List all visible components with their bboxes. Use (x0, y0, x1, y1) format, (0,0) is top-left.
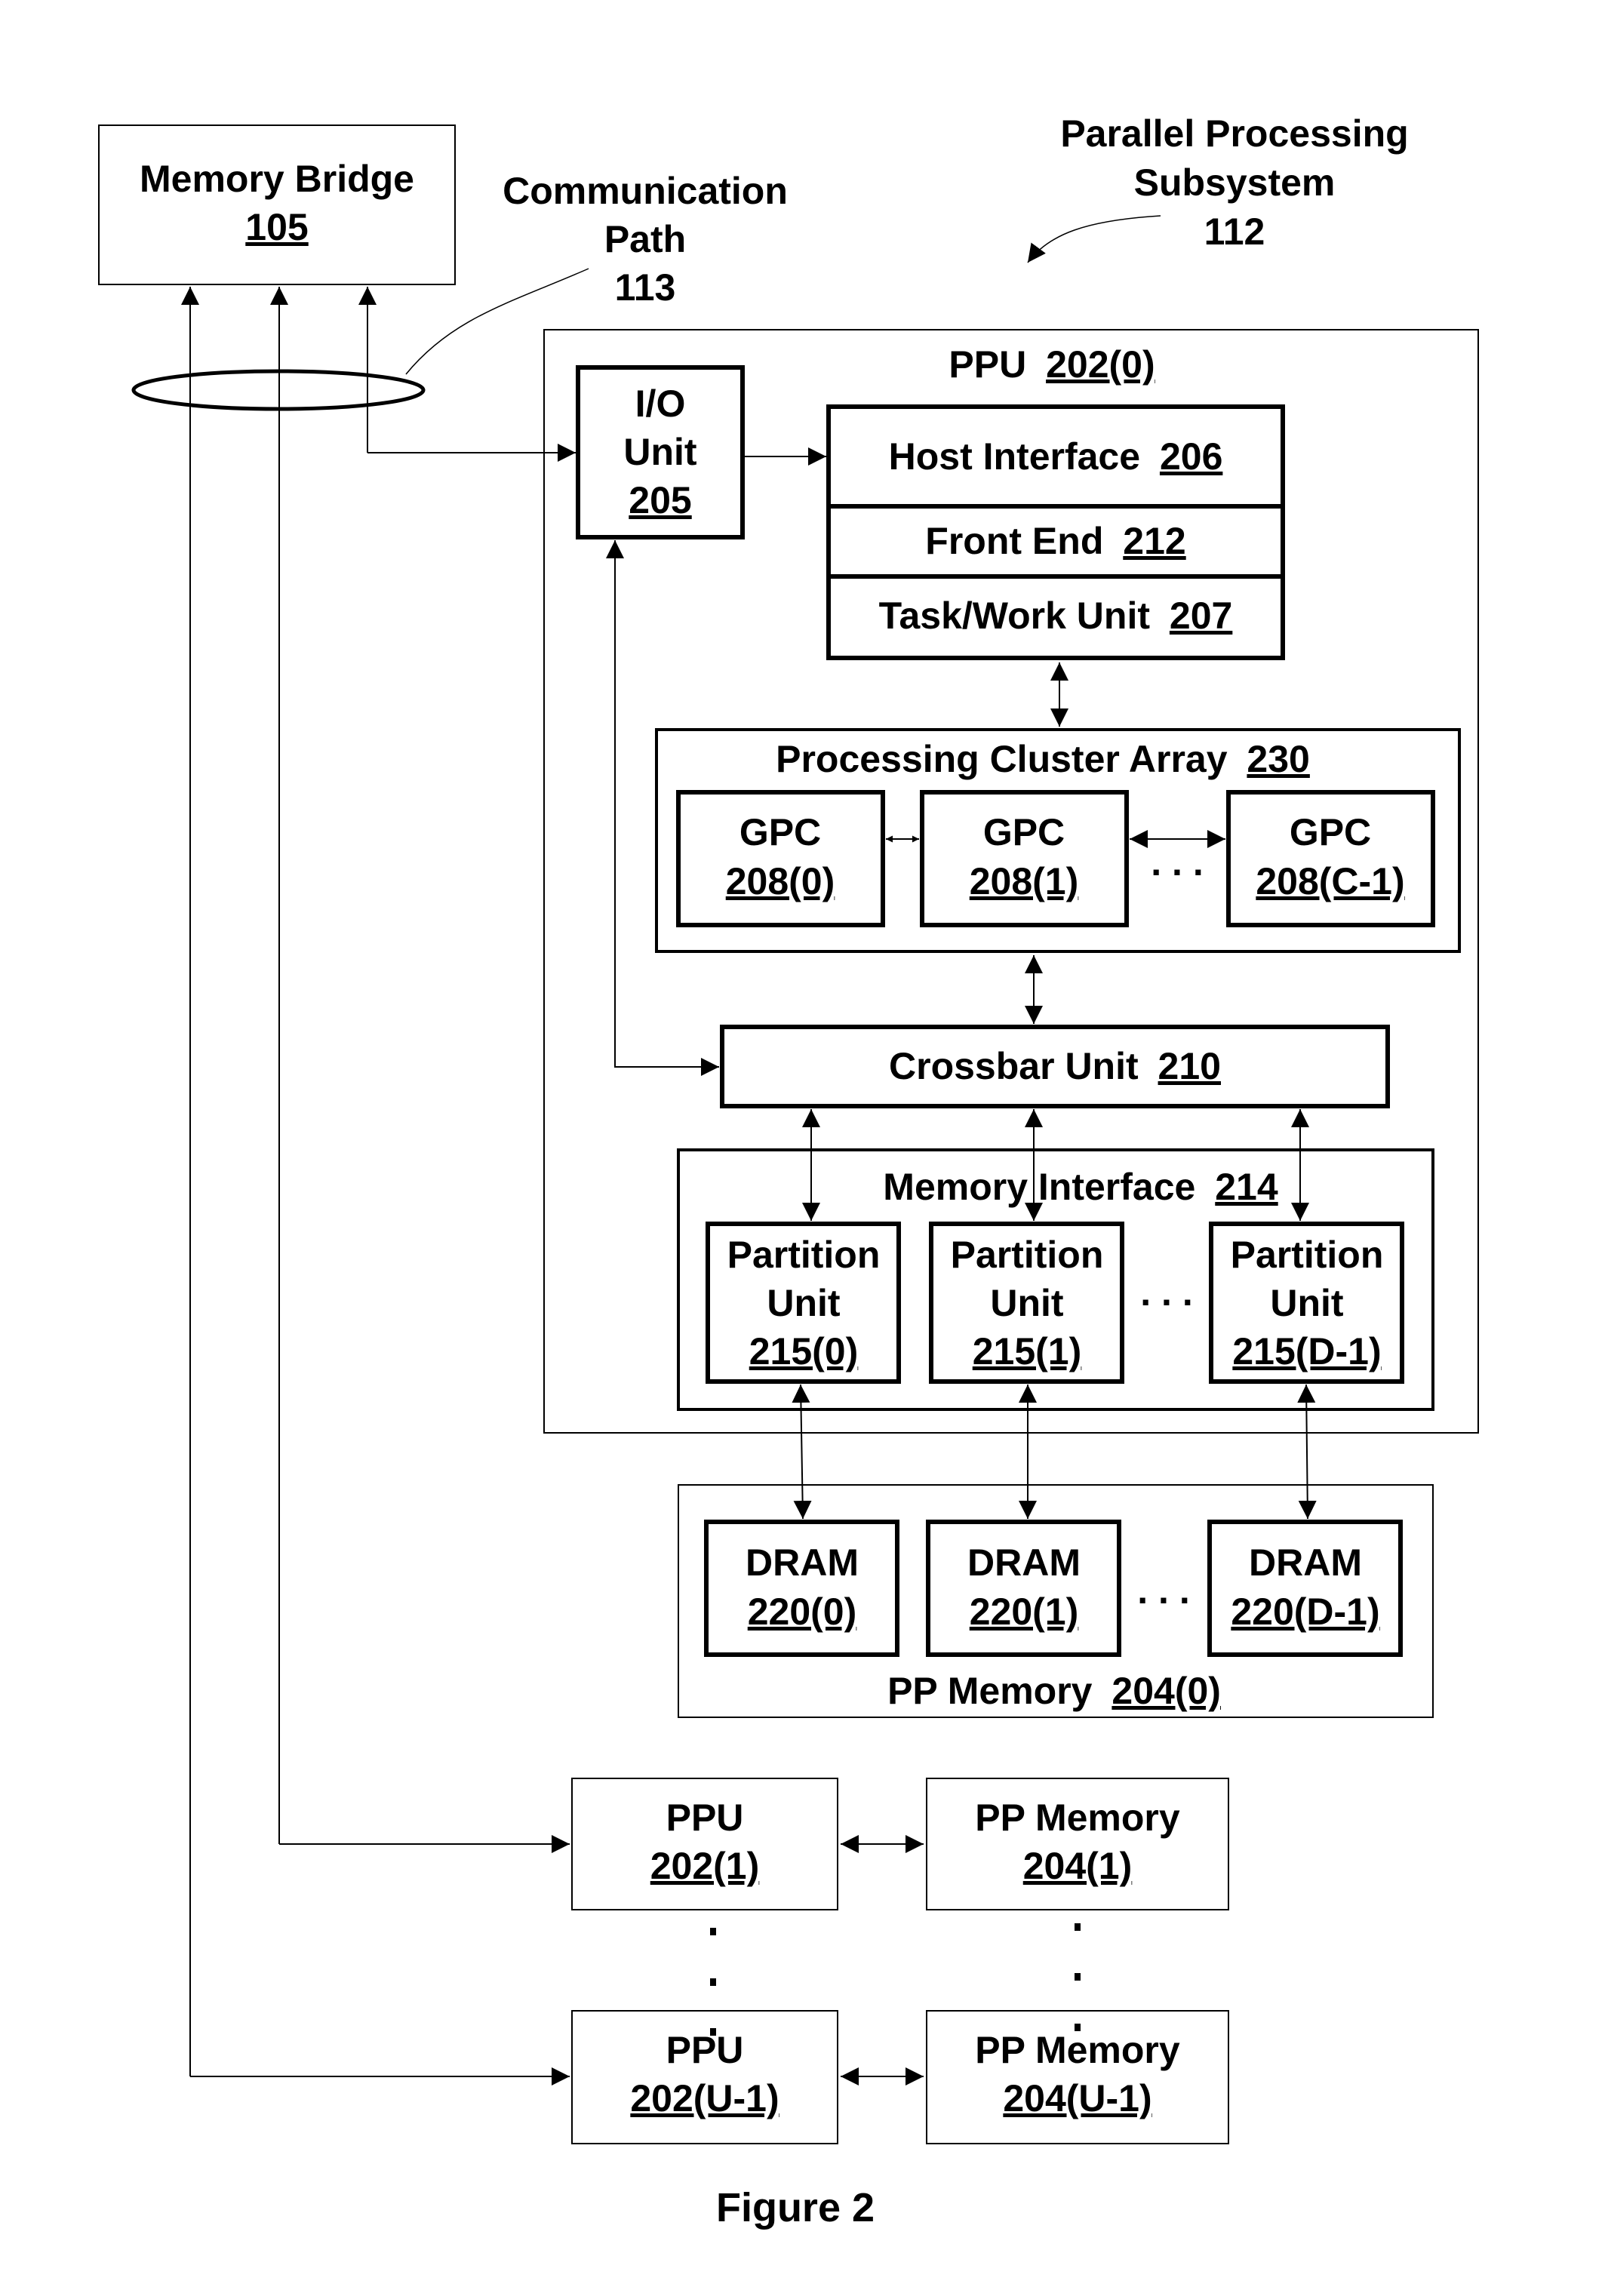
pp-memory-1-box: PP Memory 204(1) (926, 1778, 1229, 1910)
partition-ellipsis: . . . (1140, 1271, 1192, 1314)
subsystem-leader-arrow (1027, 215, 1161, 263)
diagram-label: Partition (951, 1234, 1104, 1276)
diagram-label: I/O (635, 383, 686, 425)
diagram-label: Processing Cluster Array 230 (776, 738, 1310, 780)
diagram-label: Unit (623, 431, 697, 473)
partition-unit-d1-box: Partition Unit 215(D-1) (1209, 1222, 1404, 1384)
diagram-label: PPU (666, 2029, 744, 2071)
diagram-label: PP Memory (975, 1797, 1180, 1839)
diagram-label: 204(U-1) (1003, 2077, 1151, 2119)
partitiond1-dramd1-arrow (1297, 1384, 1317, 1520)
gpc-1-box: GPC 208(1) (920, 790, 1129, 927)
diagram-label: DRAM (746, 1541, 859, 1584)
diagram-label: DRAM (1249, 1541, 1362, 1584)
diagram-label: Unit (1270, 1282, 1344, 1324)
ppu-ellipsis-vertical (710, 1928, 716, 2036)
pca-label: Processing Cluster Array (776, 738, 1228, 780)
dram-0-box: DRAM 220(0) (704, 1520, 899, 1657)
mem-ellipsis-vertical (1075, 1923, 1081, 2031)
diagram-label: PP Memory 204(0) (887, 1670, 1221, 1712)
diagram-label: 220(0) (748, 1591, 857, 1633)
partition-unit-1-box: Partition Unit 215(1) (929, 1222, 1124, 1384)
diagram-label: Memory Interface 214 (883, 1166, 1278, 1208)
diagram-label: 113 (615, 266, 676, 309)
crossbar-label: Crossbar Unit (889, 1045, 1139, 1087)
diagram-label: 202(1) (650, 1845, 760, 1887)
io-unit-box: I/O Unit 205 (576, 365, 745, 539)
crossbar-box: Crossbar Unit 210 (720, 1025, 1390, 1108)
diagram-label: Task/Work Unit 207 (879, 595, 1233, 637)
diagram-label: Path (604, 218, 686, 260)
diagram-label: Partition (727, 1234, 881, 1276)
diagram-label: PPU 202(0) (949, 343, 1155, 386)
ppu-1-box: PPU 202(1) (571, 1778, 838, 1910)
memory-interface-label: Memory Interface (883, 1166, 1195, 1208)
diagram-label: Partition (1231, 1234, 1384, 1276)
dram-d1-box: DRAM 220(D-1) (1207, 1520, 1403, 1657)
diagram-label: 220(1) (970, 1591, 1079, 1633)
diagram-label: 215(0) (749, 1330, 859, 1372)
diagram-label: 112 (1204, 211, 1265, 253)
memory-bridge-ref: 105 (245, 206, 308, 248)
diagram-label: 202(U-1) (630, 2077, 779, 2119)
ppu-u1-box: PPU 202(U-1) (571, 2010, 838, 2144)
diagram-label: PP Memory (975, 2029, 1180, 2071)
diagram-label: Communication (503, 170, 788, 212)
diagram-label: Unit (990, 1282, 1064, 1324)
diagram-label: 205 (629, 479, 691, 521)
pca-ref: 230 (1247, 738, 1309, 780)
task-work-unit-label: Task/Work Unit (879, 595, 1151, 637)
diagram-label: 208(C-1) (1256, 860, 1404, 902)
partition-unit-0-box: Partition Unit 215(0) (706, 1222, 901, 1384)
diagram-label: 208(0) (726, 860, 835, 902)
dram-ellipsis: . . . (1137, 1569, 1189, 1612)
diagram-label: 215(1) (973, 1330, 1082, 1372)
diagram-label: PPU (666, 1797, 744, 1839)
diagram-label: GPC (983, 811, 1065, 853)
pp-memory-0-ref: 204(0) (1112, 1670, 1221, 1712)
front-end-ref: 212 (1123, 520, 1185, 562)
host-interface-label: Host Interface (889, 435, 1140, 478)
diagram-label: Host Interface 206 (889, 435, 1223, 478)
subsystem-label: Parallel Processing Subsystem 112 (1027, 112, 1409, 263)
gpc-c1-box: GPC 208(C-1) (1226, 790, 1435, 927)
task-work-unit-ref: 207 (1170, 595, 1232, 637)
ppu-0-label: PPU (949, 343, 1026, 386)
pp-memory-u1-box: PP Memory 204(U-1) (926, 2010, 1229, 2144)
pp-memory-0-label: PP Memory (887, 1670, 1093, 1712)
partition0-dram0-arrow (792, 1384, 812, 1520)
gpc-0-box: GPC 208(0) (676, 790, 885, 927)
memory-bridge-box: Memory Bridge 105 (98, 124, 456, 285)
host-stack-box: Host Interface 206 Front End 212 Task/Wo… (826, 404, 1285, 660)
crossbar-ref: 210 (1158, 1045, 1221, 1087)
diagram-label: DRAM (967, 1541, 1081, 1584)
figure-caption: Figure 2 (716, 2185, 875, 2230)
diagram-label: Subsystem (1134, 161, 1336, 204)
gpc-ellipsis: . . . (1151, 841, 1203, 884)
diagram-label: Parallel Processing (1060, 112, 1408, 155)
communication-path-label: Communication Path 113 (405, 170, 788, 375)
diagram-label: GPC (1290, 811, 1371, 853)
diagram-label: Crossbar Unit 210 (889, 1045, 1221, 1087)
ppu-0-ref: 202(0) (1046, 343, 1155, 386)
dram-1-box: DRAM 220(1) (926, 1520, 1121, 1657)
diagram-label: Unit (767, 1282, 841, 1324)
diagram-label: 215(D-1) (1232, 1330, 1381, 1372)
diagram-label: 204(1) (1023, 1845, 1133, 1887)
front-end-label: Front End (925, 520, 1103, 562)
diagram-label: 220(D-1) (1231, 1591, 1379, 1633)
diagram-label: GPC (739, 811, 821, 853)
memory-bridge-label: Memory Bridge (140, 158, 414, 200)
diagram-label: Front End 212 (925, 520, 1185, 562)
diagram-label: 208(1) (970, 860, 1079, 902)
host-interface-ref: 206 (1160, 435, 1222, 478)
parallel-processing-diagram: Memory Bridge 105 Communication Path 113… (98, 112, 1479, 2230)
memory-interface-ref: 214 (1215, 1166, 1278, 1208)
